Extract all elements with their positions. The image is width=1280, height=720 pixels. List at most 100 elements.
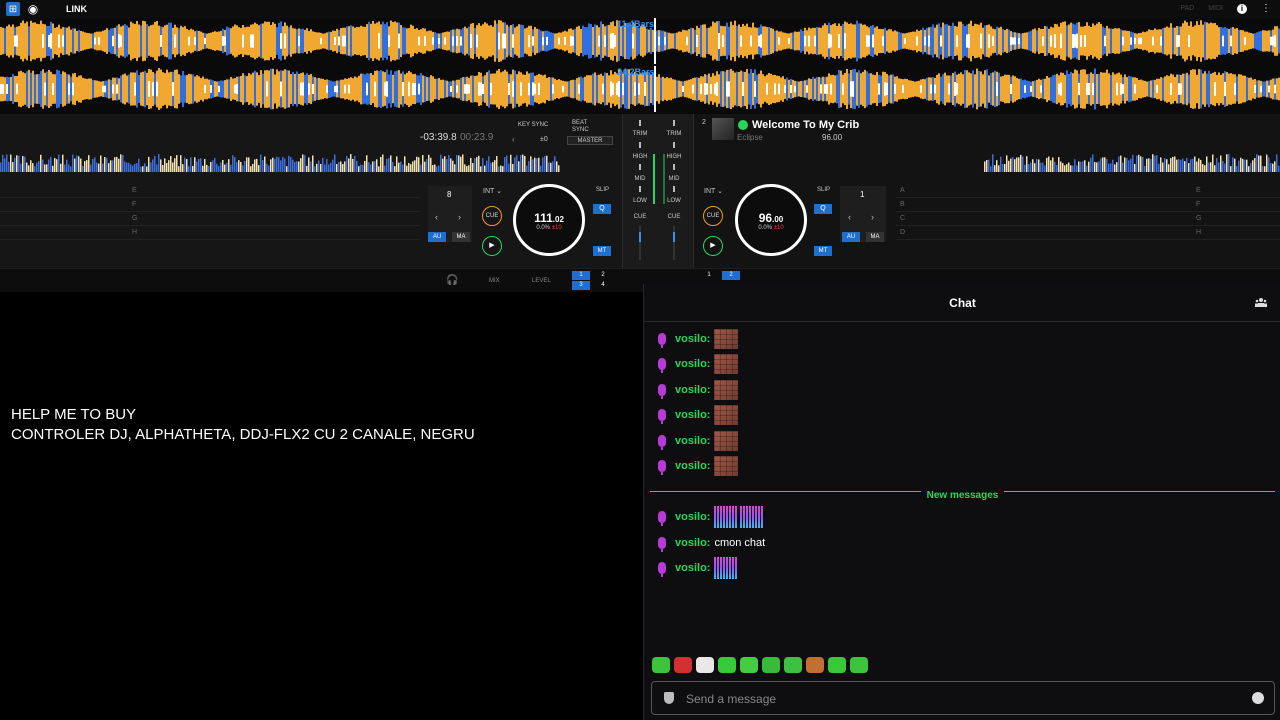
fx-assign-3[interactable]: 3 (572, 281, 590, 290)
deck1-play-button[interactable]: ▶ (482, 236, 502, 256)
hotcue-row[interactable]: G (0, 212, 420, 226)
deck1-time-elapsed: 00:23.9 (460, 132, 494, 143)
chat-username[interactable]: vosilo: (675, 511, 710, 523)
fx-assign-right-1[interactable]: 1 (700, 271, 718, 280)
key-sync-label[interactable]: KEY SYNC (518, 122, 548, 128)
deck2-ma-button[interactable]: MA (866, 232, 884, 242)
beatjump-forward-icon[interactable]: › (871, 212, 874, 222)
deck2-quantize-button[interactable]: Q (814, 204, 832, 214)
brick-emote[interactable] (714, 354, 739, 374)
deck2-int-label[interactable]: INT ⌄ (704, 187, 723, 195)
headphones-icon[interactable]: 🎧 (446, 275, 458, 286)
chat-message-input[interactable] (686, 690, 1226, 708)
green-blob-emote[interactable] (784, 657, 802, 673)
deck1-waveform[interactable]: 11.4Bars (0, 18, 1280, 64)
red-face-emote[interactable] (674, 657, 692, 673)
cue-label-2[interactable]: CUE (664, 214, 684, 220)
deck2-master-tempo-button[interactable]: MT (814, 246, 832, 256)
chat-username[interactable]: vosilo: (675, 460, 710, 472)
deck1-int-label[interactable]: INT ⌄ (483, 187, 502, 195)
deck1-bpm: 111.02 (534, 211, 564, 225)
brick-emote[interactable] (714, 380, 739, 400)
equalizer-emote[interactable] (714, 557, 739, 579)
info-icon[interactable]: i (1237, 3, 1247, 14)
record-icon[interactable]: ◉ (26, 2, 40, 16)
hotcue-row[interactable]: F (0, 198, 420, 212)
deck1-overview-waveform[interactable] (0, 150, 560, 172)
emoji-picker-icon[interactable] (1252, 692, 1264, 704)
fx-assign-4[interactable]: 4 (594, 281, 612, 290)
deck1-au-button[interactable]: AU (428, 232, 446, 242)
equalizer-emote[interactable] (714, 506, 739, 528)
chat-username[interactable]: vosilo: (675, 358, 710, 370)
chat-username[interactable]: vosilo: (675, 537, 710, 549)
deck1-slip-button[interactable]: SLIP (596, 187, 609, 193)
hotcue-row[interactable]: BF (896, 198, 1280, 212)
burger-face-emote[interactable] (806, 657, 824, 673)
master-button[interactable]: MASTER (567, 136, 613, 145)
chat-username[interactable]: vosilo: (675, 435, 710, 447)
beatjump-back-icon[interactable]: ‹ (435, 212, 438, 222)
hotcue-row[interactable]: DH (896, 226, 1280, 240)
fader-cap-2[interactable] (673, 232, 675, 242)
deck2-waveform[interactable]: 24.2Bars (0, 66, 1280, 112)
high-knob-2[interactable] (673, 142, 675, 148)
clown-face-emote[interactable] (696, 657, 714, 673)
green-blob-emote[interactable] (762, 657, 780, 673)
more-icon[interactable]: ⋮ (1261, 3, 1271, 14)
low-label-1: LOW (633, 198, 647, 204)
brick-emote[interactable] (714, 456, 739, 476)
hotcue-row[interactable]: H (0, 226, 420, 240)
deck2-cue-button[interactable]: CUE (703, 206, 723, 226)
deck2-play-button[interactable]: ▶ (703, 236, 723, 256)
deck1-ma-button[interactable]: MA (452, 232, 470, 242)
mid-knob-1[interactable] (639, 164, 641, 170)
mixer-view-icon[interactable]: ⊞ (6, 2, 20, 16)
chat-username[interactable]: vosilo: (675, 562, 710, 574)
midi-button[interactable]: MIDI (1208, 5, 1223, 12)
equalizer-emote[interactable] (740, 506, 765, 528)
high-knob-1[interactable] (639, 142, 641, 148)
deck2-jog-wheel[interactable]: 96.00 0.0% ±10 (735, 184, 807, 256)
deck1-cue-button[interactable]: CUE (482, 206, 502, 226)
deck1-quantize-button[interactable]: Q (593, 204, 611, 214)
low-knob-1[interactable] (639, 186, 641, 192)
deck1-jog-wheel[interactable]: 111.02 0.0% ±10 (513, 184, 585, 256)
chat-username[interactable]: vosilo: (675, 384, 710, 396)
fader-cap-1[interactable] (639, 232, 641, 242)
trim-knob-2[interactable] (673, 120, 675, 126)
fx-assign-1[interactable]: 1 (572, 271, 590, 280)
beatjump-back-icon[interactable]: ‹ (848, 212, 851, 222)
pad-mode-button[interactable]: PAD (1180, 5, 1194, 12)
brick-emote[interactable] (714, 329, 739, 349)
trim-knob-1[interactable] (639, 120, 641, 126)
green-blob-emote[interactable] (740, 657, 758, 673)
waveform-area[interactable]: 11.4Bars 24.2Bars (0, 18, 1280, 114)
low-knob-2[interactable] (673, 186, 675, 192)
cue-label-1[interactable]: CUE (630, 214, 650, 220)
hotcue-row[interactable]: AE (896, 184, 1280, 198)
green-blob-emote[interactable] (850, 657, 868, 673)
beatjump-forward-icon[interactable]: › (458, 212, 461, 222)
chat-username[interactable]: vosilo: (675, 409, 710, 421)
deck2-au-button[interactable]: AU (842, 232, 860, 242)
hotcue-row[interactable]: CG (896, 212, 1280, 226)
link-button[interactable]: LINK (66, 4, 87, 14)
deck1-master-tempo-button[interactable]: MT (593, 246, 611, 256)
brick-emote[interactable] (714, 405, 739, 425)
green-blob-emote[interactable] (828, 657, 846, 673)
fx-assign-right-2[interactable]: 2 (722, 271, 740, 280)
mid-knob-2[interactable] (673, 164, 675, 170)
beat-sync-button[interactable]: BEAT SYNC (572, 120, 589, 134)
fx-assign-2[interactable]: 2 (594, 271, 612, 280)
green-blob-emote[interactable] (718, 657, 736, 673)
green-face-emote[interactable] (652, 657, 670, 673)
deck2-overview-waveform[interactable] (694, 150, 1280, 172)
brick-emote[interactable] (714, 431, 739, 451)
deck2-slip-button[interactable]: SLIP (817, 187, 830, 193)
chat-username[interactable]: vosilo: (675, 333, 710, 345)
users-icon[interactable] (1255, 297, 1267, 307)
shield-icon[interactable] (664, 692, 674, 704)
key-down-icon[interactable]: ‹ (512, 135, 515, 144)
hotcue-row[interactable]: E (0, 184, 420, 198)
